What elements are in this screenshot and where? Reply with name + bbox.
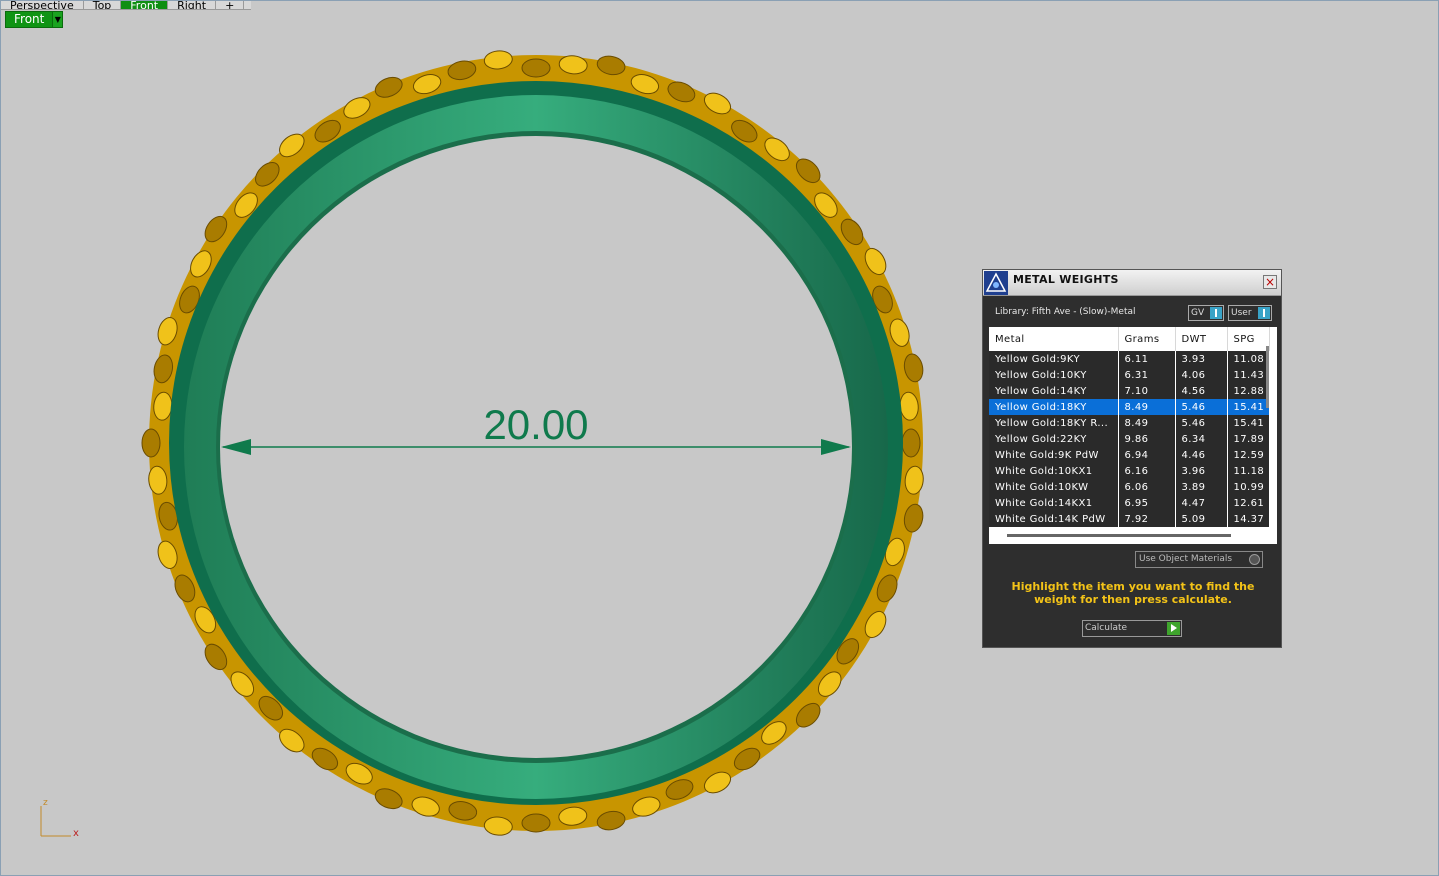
viewport-label[interactable]: Front ▼ [5,11,64,28]
cell-dwt: 3.96 [1175,463,1228,479]
axis-indicator: z x [40,798,79,839]
panel-titlebar[interactable]: METAL WEIGHTS × [983,270,1281,296]
cell-dwt: 6.34 [1175,431,1228,447]
cell-dwt: 5.09 [1175,511,1228,527]
cell-spg: 11.08 [1227,351,1270,367]
instruction-text: Highlight the item you want to find the … [1011,580,1255,606]
viewport-name: Front [14,12,45,26]
cell-dwt: 5.46 [1175,415,1228,431]
cell-spg: 12.59 [1227,447,1270,463]
cell-grams: 9.86 [1118,431,1176,447]
cell-metal: Yellow Gold:18KY R... [989,415,1119,431]
cell-spg: 15.41 [1227,415,1270,431]
rhino-logo-icon [984,271,1008,295]
cell-spg: 11.43 [1227,367,1270,383]
cell-metal: White Gold:10KX1 [989,463,1119,479]
cell-grams: 8.49 [1118,415,1176,431]
cell-metal: Yellow Gold:10KY [989,367,1119,383]
cell-grams: 8.49 [1118,399,1176,415]
cell-metal: White Gold:10KW [989,479,1119,495]
toggle-indicator-icon [1258,307,1270,319]
metal-weights-panel: METAL WEIGHTS × Library: Fifth Ave - (Sl… [982,269,1282,648]
cell-spg: 14.37 [1227,511,1270,527]
cell-grams: 6.06 [1118,479,1176,495]
cell-metal: Yellow Gold:18KY [989,399,1119,415]
calculate-button[interactable]: Calculate [1082,620,1182,637]
metal-table-container[interactable]: Metal Grams DWT SPG Yellow Gold:9KY 6.11 3… [989,327,1277,544]
metal-table: Metal Grams DWT SPG Yellow Gold:9KY 6.11 3… [989,327,1270,527]
x-axis-label: x [73,828,79,839]
cell-spg: 11.18 [1227,463,1270,479]
cell-grams: 6.31 [1118,367,1176,383]
cell-grams: 6.11 [1118,351,1176,367]
table-row[interactable]: White Gold:14K PdW 7.92 5.09 14.37 [989,511,1270,527]
dimension-label: 20.00 [483,401,588,448]
vertical-scrollbar[interactable] [1266,346,1269,408]
cell-dwt: 3.89 [1175,479,1228,495]
column-header-grams[interactable]: Grams [1118,327,1176,351]
cell-grams: 6.95 [1118,495,1176,511]
table-row[interactable]: White Gold:9K PdW 6.94 4.46 12.59 [989,447,1270,463]
gv-toggle-label: GV [1191,308,1205,318]
cell-dwt: 4.06 [1175,367,1228,383]
cell-dwt: 4.47 [1175,495,1228,511]
toggle-indicator-icon [1210,307,1222,319]
cell-metal: Yellow Gold:22KY [989,431,1119,447]
table-row[interactable]: Yellow Gold:10KY 6.31 4.06 11.43 [989,367,1270,383]
filigree-scroll [521,813,551,833]
column-header-metal[interactable]: Metal [989,327,1119,351]
cell-metal: Yellow Gold:14KY [989,383,1119,399]
cell-grams: 6.94 [1118,447,1176,463]
column-header-dwt[interactable]: DWT [1175,327,1228,351]
horizontal-scrollbar[interactable] [1007,534,1231,537]
table-row[interactable]: Yellow Gold:18KY R... 8.49 5.46 15.41 [989,415,1270,431]
cell-dwt: 4.56 [1175,383,1228,399]
cell-dwt: 5.46 [1175,399,1228,415]
cell-spg: 10.99 [1227,479,1270,495]
cell-spg: 17.89 [1227,431,1270,447]
calculate-label: Calculate [1085,623,1128,633]
close-icon[interactable]: × [1263,275,1277,289]
table-row[interactable]: Yellow Gold:18KY 8.49 5.46 15.41 [989,399,1270,415]
cell-spg: 12.88 [1227,383,1270,399]
table-row[interactable]: Yellow Gold:22KY 9.86 6.34 17.89 [989,431,1270,447]
cell-spg: 15.41 [1227,399,1270,415]
z-axis-label: z [43,798,48,808]
filigree-scroll [521,58,551,78]
cell-metal: White Gold:14K PdW [989,511,1119,527]
cell-dwt: 4.46 [1175,447,1228,463]
user-toggle[interactable]: User [1228,305,1272,321]
column-header-spg[interactable]: SPG [1227,327,1270,351]
table-row[interactable]: Yellow Gold:9KY 6.11 3.93 11.08 [989,351,1270,367]
cell-grams: 7.10 [1118,383,1176,399]
filigree-scroll [141,428,161,458]
table-row[interactable]: White Gold:10KW 6.06 3.89 10.99 [989,479,1270,495]
radio-indicator-icon [1249,554,1260,565]
cell-dwt: 3.93 [1175,351,1228,367]
cell-grams: 6.16 [1118,463,1176,479]
chevron-down-icon[interactable]: ▼ [52,12,63,27]
cell-grams: 7.92 [1118,511,1176,527]
cell-metal: White Gold:14KX1 [989,495,1119,511]
library-label: Library: Fifth Ave - (Slow)-Metal [995,307,1136,317]
table-row[interactable]: Yellow Gold:14KY 7.10 4.56 12.88 [989,383,1270,399]
cell-metal: Yellow Gold:9KY [989,351,1119,367]
use-object-materials-toggle[interactable]: Use Object Materials [1135,551,1263,568]
use-object-materials-label: Use Object Materials [1139,554,1233,564]
gv-toggle[interactable]: GV [1188,305,1224,321]
cell-spg: 12.61 [1227,495,1270,511]
table-row[interactable]: White Gold:10KX1 6.16 3.96 11.18 [989,463,1270,479]
play-arrow-icon [1167,622,1180,635]
table-row[interactable]: White Gold:14KX1 6.95 4.47 12.61 [989,495,1270,511]
cell-metal: White Gold:9K PdW [989,447,1119,463]
panel-title: METAL WEIGHTS [1013,273,1119,286]
user-toggle-label: User [1231,308,1252,318]
filigree-scroll [901,428,921,458]
